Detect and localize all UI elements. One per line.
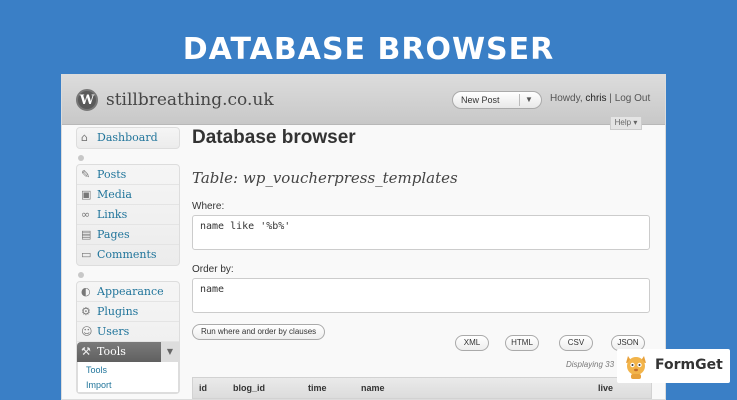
dropdown-divider (519, 94, 520, 106)
sidebar-item-comments[interactable]: ▭ Comments (77, 245, 179, 265)
sidebar-item-label: Comments (97, 248, 157, 261)
new-post-label: New Post (461, 95, 500, 105)
plugin-icon: ⚙ (81, 305, 91, 318)
menu-separator[interactable] (76, 152, 180, 164)
comment-icon: ▭ (81, 248, 92, 261)
sidebar-item-label: Media (97, 188, 132, 201)
submenu-item-tools[interactable]: Tools (78, 362, 178, 377)
sidebar-item-label: Links (97, 208, 128, 221)
sidebar-item-plugins[interactable]: ⚙ Plugins (77, 302, 179, 322)
submenu-item-import[interactable]: Import (78, 377, 178, 392)
tools-submenu: Tools Import (77, 362, 179, 393)
where-textarea[interactable]: name like '%b%' (192, 215, 650, 250)
page-title: Database browser (192, 127, 356, 148)
export-xml-button[interactable]: XML (455, 335, 489, 351)
column-header-id[interactable]: id (199, 383, 207, 393)
table-heading: Table: wp_voucherpress_templates (192, 169, 458, 187)
wordpress-logo-icon[interactable]: W (76, 89, 98, 111)
collapse-dot-icon[interactable] (78, 155, 84, 161)
column-header-blog-id[interactable]: blog_id (233, 383, 265, 393)
sidebar-item-dashboard[interactable]: ⌂ Dashboard (77, 128, 179, 148)
menu-separator[interactable] (76, 269, 180, 281)
formget-badge: FormGet (617, 349, 730, 383)
divider: | (609, 93, 612, 104)
sidebar-item-label: Tools (97, 345, 126, 358)
menu-group-admin: ◐ Appearance ⚙ Plugins ☺ Users ⚒ Tools ▼ Tool… (76, 281, 180, 394)
formget-cat-icon (626, 356, 646, 379)
sidebar-item-label: Posts (97, 168, 127, 181)
new-post-dropdown[interactable]: New Post ▼ (452, 91, 542, 109)
sidebar-item-media[interactable]: ▣ Media (77, 185, 179, 205)
media-icon: ▣ (81, 188, 92, 201)
sidebar-item-label: Users (97, 325, 130, 338)
column-header-name[interactable]: name (361, 383, 385, 393)
main-content: Database browser Table: wp_voucherpress_… (192, 127, 652, 399)
sidebar-item-links[interactable]: ∞ Links (77, 205, 179, 225)
column-header-time[interactable]: time (308, 383, 327, 393)
admin-sidebar: ⌂ Dashboard ✎ Posts ▣ Media ∞ Links ▤ Pages ▭… (76, 127, 180, 397)
sidebar-item-label: Plugins (97, 305, 139, 318)
where-label: Where: (192, 201, 225, 212)
logout-link[interactable]: Log Out (615, 93, 651, 104)
pages-icon: ▤ (81, 228, 92, 241)
help-label: Help (614, 118, 632, 127)
order-by-label: Order by: (192, 264, 234, 275)
export-html-button[interactable]: HTML (505, 335, 539, 351)
column-header-live[interactable]: live (598, 383, 613, 393)
banner-title: DATABASE BROWSER (182, 32, 555, 67)
sidebar-item-pages[interactable]: ▤ Pages (77, 225, 179, 245)
wp-header: W stillbreathing.co.uk New Post ▼ Howdy,… (62, 75, 665, 125)
sidebar-item-label: Dashboard (97, 131, 158, 144)
users-icon: ☺ (81, 325, 93, 338)
sidebar-item-tools[interactable]: ⚒ Tools ▼ (77, 342, 179, 362)
menu-group-content: ✎ Posts ▣ Media ∞ Links ▤ Pages ▭ Comments (76, 164, 180, 266)
collapse-dot-icon[interactable] (78, 272, 84, 278)
displaying-count: Displaying 33 (566, 360, 615, 369)
formget-brand-text: FormGet (655, 357, 723, 373)
site-title[interactable]: stillbreathing.co.uk (106, 90, 274, 110)
howdy-text: Howdy, (550, 93, 583, 104)
sidebar-item-appearance[interactable]: ◐ Appearance (77, 282, 179, 302)
tools-icon: ⚒ (81, 345, 91, 358)
sidebar-item-label: Appearance (97, 285, 164, 298)
sidebar-item-users[interactable]: ☺ Users (77, 322, 179, 342)
sidebar-item-label: Pages (97, 228, 130, 241)
user-greeting: Howdy, chris | Log Out (550, 93, 650, 104)
chevron-down-icon[interactable]: ▼ (161, 342, 179, 362)
run-clauses-button[interactable]: Run where and order by clauses (192, 324, 326, 340)
results-table-header: id blog_id time name live (192, 377, 652, 399)
wp-admin-screenshot: W stillbreathing.co.uk New Post ▼ Howdy,… (61, 74, 666, 400)
link-icon: ∞ (81, 208, 91, 221)
menu-group-dashboard: ⌂ Dashboard (76, 127, 180, 149)
dashboard-icon: ⌂ (81, 131, 88, 144)
chevron-down-icon[interactable]: ▼ (525, 92, 533, 108)
pushpin-icon: ✎ (81, 168, 91, 181)
appearance-icon: ◐ (81, 285, 91, 298)
sidebar-item-posts[interactable]: ✎ Posts (77, 165, 179, 185)
username-link[interactable]: chris (585, 93, 606, 104)
export-csv-button[interactable]: CSV (559, 335, 593, 351)
order-by-textarea[interactable]: name (192, 278, 650, 313)
